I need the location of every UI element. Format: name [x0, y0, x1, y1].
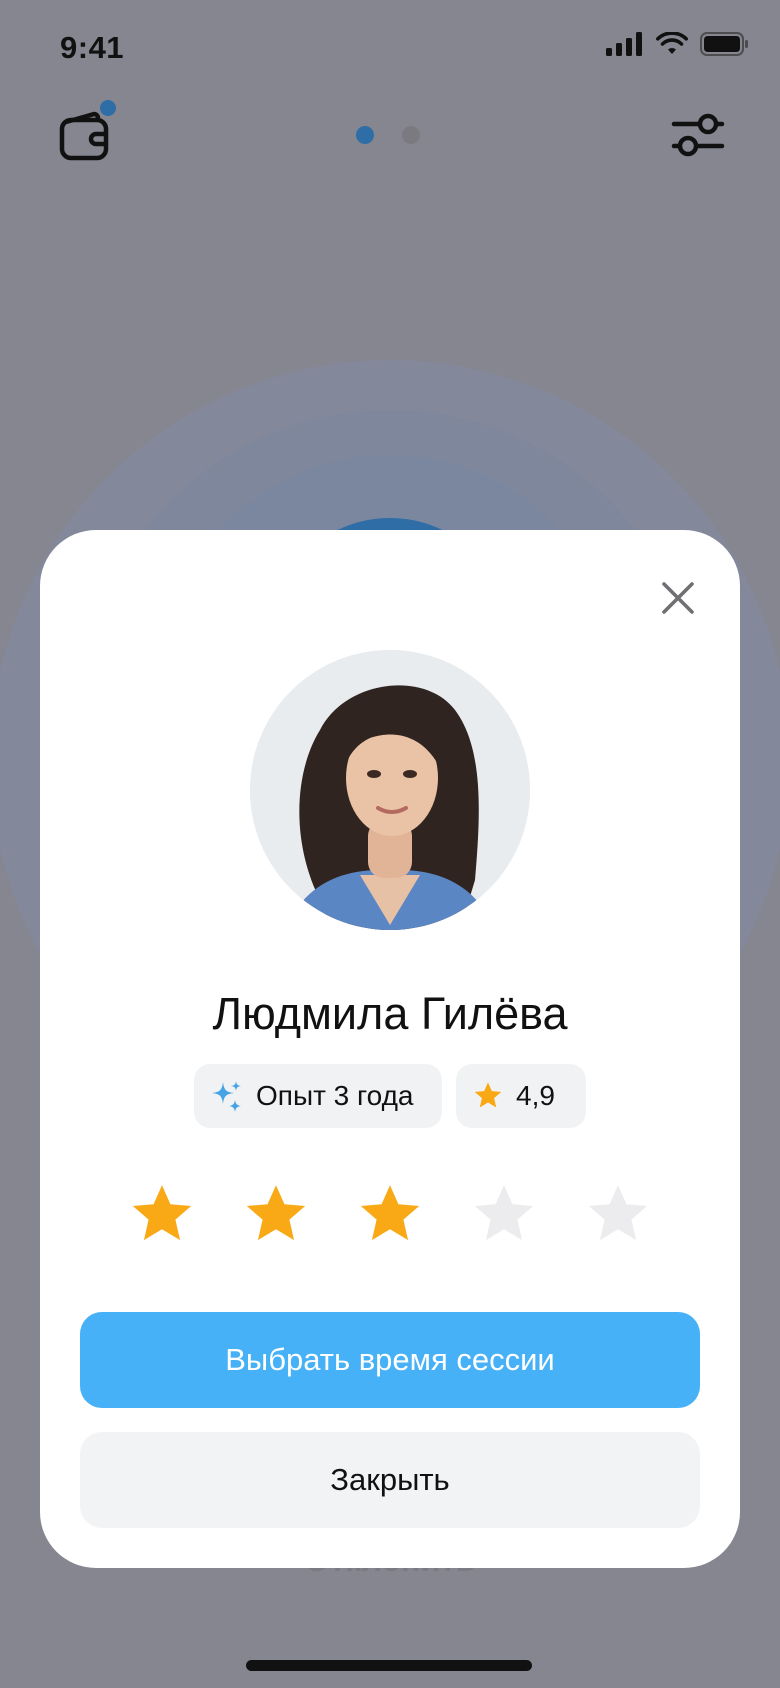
- star-icon: [474, 1082, 502, 1108]
- specialist-photo: [250, 650, 530, 930]
- rating-star-filled[interactable]: [127, 1180, 197, 1250]
- page-indicator: [356, 126, 420, 144]
- close-icon[interactable]: [656, 576, 700, 620]
- rating-star-filled[interactable]: [241, 1180, 311, 1250]
- cellular-signal-icon: [606, 32, 642, 56]
- status-time: 9:41: [60, 30, 125, 65]
- page-dot: [402, 126, 420, 144]
- rating-value: 4,9: [516, 1080, 555, 1111]
- experience-badge: Опыт 3 года: [194, 1064, 442, 1128]
- filters-icon[interactable]: [670, 110, 726, 160]
- rating-star-empty[interactable]: [469, 1180, 539, 1250]
- rating-stars: [40, 1180, 740, 1250]
- wifi-icon: [656, 32, 688, 54]
- specialist-badges: Опыт 3 года 4,9: [40, 1064, 740, 1128]
- rating-star-filled[interactable]: [355, 1180, 425, 1250]
- sparkles-icon: [212, 1081, 241, 1112]
- specialist-name: Людмила Гилёва: [212, 988, 568, 1039]
- choose-session-time-button[interactable]: Выбрать время сессии: [80, 1312, 700, 1408]
- battery-icon: [700, 32, 748, 56]
- specialist-modal: Людмила Гилёва Опыт 3 года 4,9 Выбрать в…: [40, 530, 740, 1568]
- avatar-illustration: [250, 650, 530, 930]
- home-indicator: [246, 1660, 532, 1671]
- status-bar: 9:41: [0, 0, 780, 96]
- rating-badge: 4,9: [456, 1064, 586, 1128]
- experience-label: Опыт 3 года: [256, 1080, 414, 1111]
- notification-dot: [100, 100, 116, 116]
- wallet-icon[interactable]: [58, 110, 112, 162]
- close-button[interactable]: Закрыть: [80, 1432, 700, 1528]
- page-dot-active: [356, 126, 374, 144]
- rating-star-empty[interactable]: [583, 1180, 653, 1250]
- status-icons: [606, 32, 750, 56]
